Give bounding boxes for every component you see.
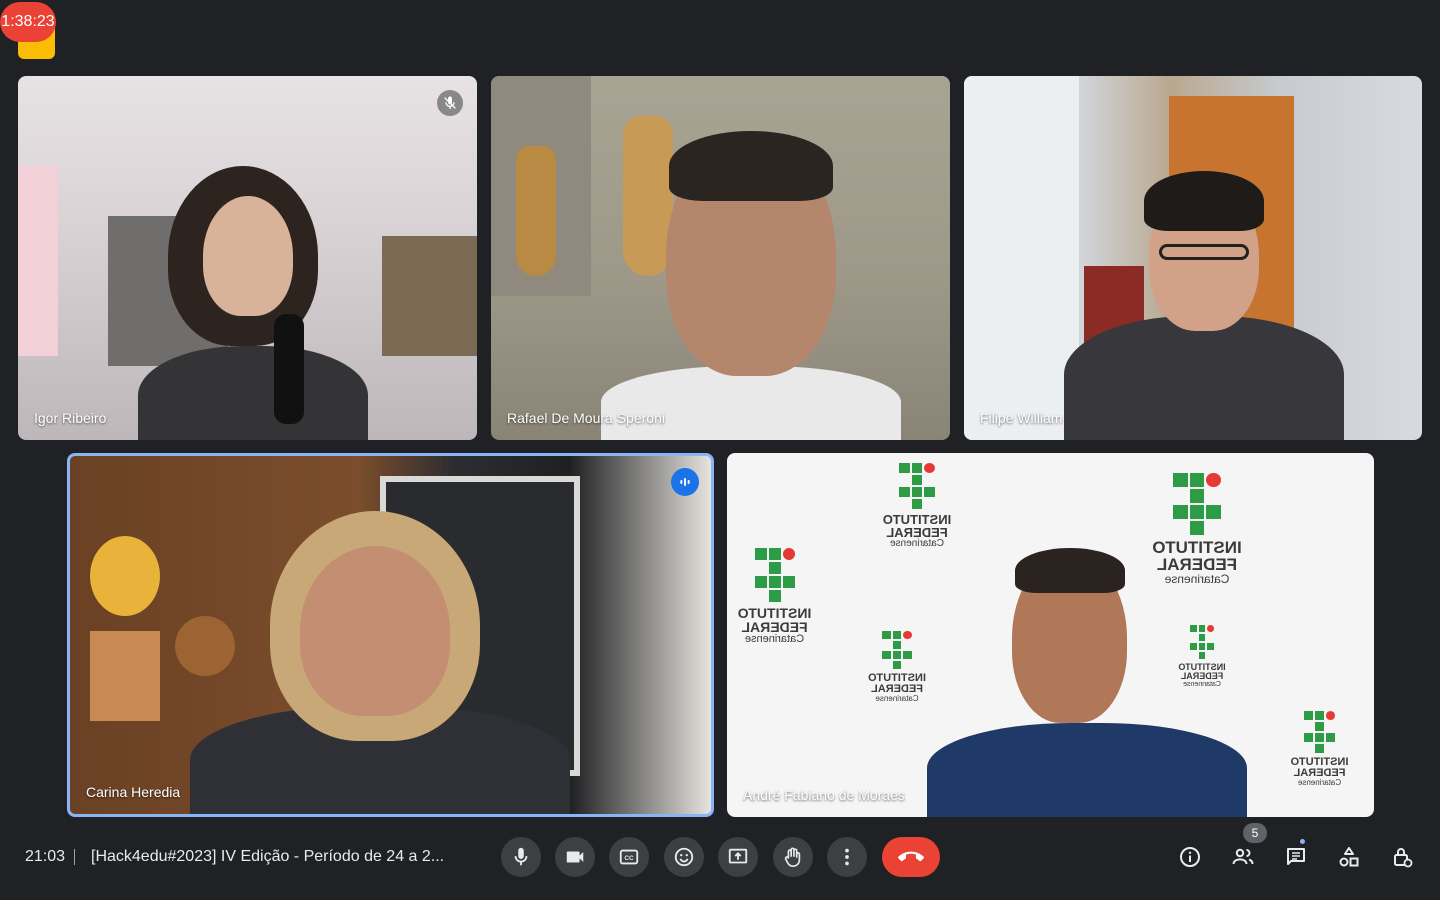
svg-text:CC: CC — [624, 855, 634, 862]
people-icon — [1232, 848, 1254, 865]
recording-indicator: 1:38:23 — [0, 0, 56, 59]
chat-icon — [1287, 848, 1305, 865]
participant-tile-igor[interactable]: Igor Ribeiro — [18, 76, 477, 440]
meeting-details-button[interactable] — [1176, 843, 1204, 871]
emoji-button[interactable] — [664, 837, 704, 877]
guitar-left — [516, 146, 556, 276]
institution-logo: INSTITUTO FEDERAL Catarinense — [1142, 473, 1252, 586]
person-hair — [1015, 548, 1125, 593]
host-controls-icon — [1394, 848, 1413, 868]
bunk-bed — [382, 236, 477, 356]
mic-icon — [514, 847, 528, 866]
muted-mic-icon — [437, 90, 463, 116]
more-options-button[interactable] — [827, 837, 867, 877]
activities-icon — [1339, 847, 1359, 867]
person-body — [927, 723, 1247, 817]
person-hair — [1144, 171, 1264, 231]
end-call-icon — [898, 851, 924, 862]
institution-logo: INSTITUTO FEDERAL Catarinense — [1172, 625, 1232, 688]
participant-name: André Fabiano de Moraes — [743, 787, 905, 803]
microphone-stand — [274, 314, 304, 424]
captions-button[interactable]: CC — [609, 837, 649, 877]
recording-timer: 1:38:23 — [0, 2, 56, 42]
present-icon — [728, 848, 748, 864]
participant-name: Rafael De Moura Speroni — [507, 410, 665, 426]
wall-decoration — [90, 631, 160, 721]
person-face — [203, 196, 293, 316]
host-controls-button[interactable] — [1388, 843, 1416, 871]
institution-logo: INSTITUTO FEDERAL Catarinense — [732, 548, 817, 645]
camera-icon — [566, 851, 584, 863]
institution-logo: INSTITUTO FEDERAL Catarinense — [862, 631, 932, 703]
divider — [74, 849, 75, 865]
camera-button[interactable] — [555, 837, 595, 877]
participant-tile-rafael[interactable]: Rafael De Moura Speroni — [491, 76, 950, 440]
end-call-button[interactable] — [882, 837, 940, 877]
participant-name: Filipe William — [980, 410, 1063, 426]
raise-hand-icon — [784, 847, 801, 867]
raise-hand-button[interactable] — [773, 837, 813, 877]
captions-icon: CC — [619, 849, 639, 865]
institution-logo: INSTITUTO FEDERAL Catarinense — [877, 463, 957, 549]
meeting-title: [Hack4edu#2023] IV Edição - Período de 2… — [91, 848, 445, 865]
more-options-icon — [845, 848, 849, 866]
glasses — [1159, 244, 1249, 260]
speaking-indicator-icon — [671, 468, 699, 496]
participant-name: Igor Ribeiro — [34, 410, 107, 426]
person-hair — [669, 131, 833, 201]
person-body — [601, 366, 901, 440]
chat-button[interactable] — [1282, 843, 1310, 871]
wall-plate — [175, 616, 235, 676]
emoji-icon — [674, 847, 694, 867]
info-icon — [1180, 847, 1200, 867]
people-button[interactable] — [1229, 843, 1257, 871]
person-face — [300, 546, 450, 716]
participant-count-badge: 5 — [1243, 823, 1267, 843]
wall-plate — [90, 536, 160, 616]
institution-logo: INSTITUTO FEDERAL Catarinense — [1282, 711, 1357, 787]
wall-pink — [18, 166, 58, 356]
chat-unread-dot — [1300, 839, 1305, 844]
person-body — [138, 346, 368, 440]
mic-button[interactable] — [501, 837, 541, 877]
meeting-clock: 21:03 — [25, 848, 66, 865]
participant-name: Carina Heredia — [86, 784, 181, 800]
present-button[interactable] — [718, 837, 758, 877]
person-body — [1064, 316, 1344, 440]
participant-tile-andre[interactable]: INSTITUTO FEDERAL Catarinense INSTITUTO … — [727, 453, 1374, 817]
participant-tile-carina[interactable]: Carina Heredia — [67, 453, 714, 817]
activities-button[interactable] — [1335, 843, 1363, 871]
participant-tile-filipe[interactable]: Filipe William — [964, 76, 1422, 440]
wardrobe — [964, 76, 1079, 440]
